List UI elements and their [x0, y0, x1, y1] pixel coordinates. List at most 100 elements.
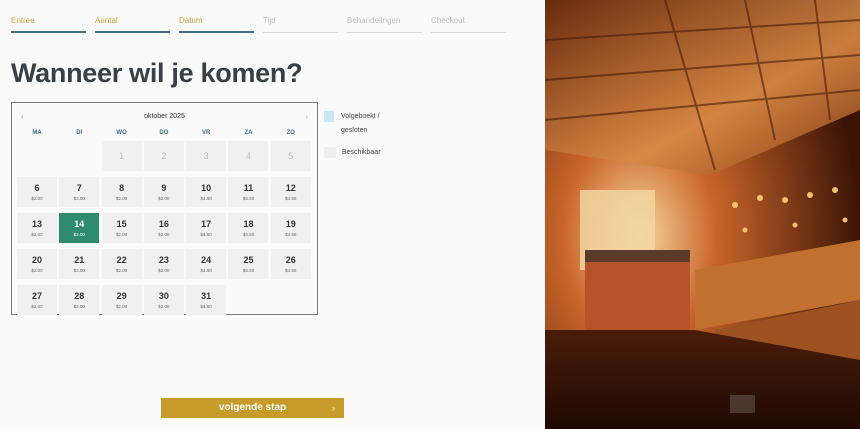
day-number: 14	[74, 219, 85, 229]
day-price: $4.50	[200, 304, 212, 309]
day-number: 23	[158, 255, 169, 265]
weekday-label: ZA	[244, 130, 253, 136]
booked-swatch	[324, 111, 334, 122]
day-number: 15	[116, 219, 127, 229]
day-number: 26	[285, 255, 296, 265]
day-price: $2.00	[158, 268, 170, 273]
calendar-day-15[interactable]: 15 $2.00	[101, 213, 142, 243]
calendar-day-31[interactable]: 31 $4.50	[186, 285, 227, 315]
calendar-day-27[interactable]: 27 $2.00	[17, 285, 57, 315]
next-step-label: volgende stap	[218, 402, 287, 413]
day-price: $4.50	[200, 268, 212, 273]
day-price: $2.00	[158, 196, 170, 201]
day-number: 17	[201, 219, 212, 229]
calendar-day-23[interactable]: 23 $2.00	[143, 249, 184, 279]
calendar-day-16[interactable]: 16 $2.00	[143, 213, 184, 243]
legend-booked-label: Volgeboekt / gesloten	[341, 113, 380, 134]
day-price: $2.00	[115, 232, 128, 237]
day-number: 18	[243, 219, 254, 229]
calendar-day-29[interactable]: 29 $2.00	[101, 285, 142, 315]
day-price: $4.50	[242, 196, 255, 201]
step-datum[interactable]: Datum	[179, 16, 254, 33]
day-number: 10	[201, 183, 212, 193]
calendar-month-label: oktober 2025	[144, 113, 185, 120]
calendar-day-12[interactable]: 12 $4.50	[270, 177, 311, 207]
day-price: $4.50	[200, 196, 212, 201]
calendar-header: ‹ oktober 2025 ›	[12, 112, 317, 124]
chevron-right-icon[interactable]: ›	[305, 112, 308, 121]
step-behandelingen: Behandelingen	[347, 16, 422, 33]
calendar-day-13[interactable]: 13 $2.00	[17, 213, 57, 243]
day-price: $4.50	[285, 268, 297, 273]
chevron-right-icon: ›	[332, 403, 335, 413]
calendar-empty-cell	[59, 141, 99, 171]
calendar-day-25[interactable]: 25 $4.50	[228, 249, 269, 279]
day-price: $2.00	[73, 304, 85, 309]
day-number: 29	[116, 291, 127, 301]
day-price: $2.00	[73, 232, 85, 237]
sauna-photo	[545, 0, 860, 429]
day-price: $2.00	[115, 196, 128, 201]
calendar-day-5: 5	[270, 141, 311, 171]
calendar-day-28[interactable]: 28 $2.00	[59, 285, 100, 315]
calendar-day-8[interactable]: 8 $2.00	[101, 177, 142, 207]
step-tijd: Tijd	[263, 16, 338, 33]
weekday-label: MA	[32, 130, 42, 136]
day-number: 2	[161, 150, 167, 161]
day-price: $2.00	[115, 304, 128, 309]
day-price: $2.00	[73, 268, 85, 273]
day-number: 5	[288, 150, 294, 161]
day-price: $2.00	[31, 232, 43, 237]
calendar-day-7[interactable]: 7 $2.00	[59, 177, 100, 207]
calendar-day-1: 1	[101, 141, 142, 171]
calendar-day-2: 2	[143, 141, 184, 171]
calendar-day-6[interactable]: 6 $2.00	[17, 177, 57, 207]
day-number: 12	[285, 183, 296, 193]
progress-steps: Entree Aantal Datum Tijd Behandelingen Checko…	[11, 16, 506, 33]
step-aantal[interactable]: Aantal	[95, 16, 170, 33]
weekday-label: WO	[116, 130, 127, 136]
step-entree[interactable]: Entree	[11, 16, 86, 33]
day-number: 30	[158, 291, 169, 301]
day-number: 4	[245, 150, 251, 161]
next-step-button[interactable]: volgende stap ›	[161, 398, 344, 418]
calendar-day-18[interactable]: 18 $4.50	[228, 213, 269, 243]
day-price: $2.00	[115, 268, 128, 273]
day-price: $2.00	[31, 268, 43, 273]
calendar-day-17[interactable]: 17 $4.50	[186, 213, 227, 243]
sauna-photo-illustration	[545, 0, 860, 429]
legend-booked: Volgeboekt / gesloten	[324, 110, 404, 138]
page-title: Wanneer wil je komen?	[11, 58, 303, 88]
date-calendar: ‹ oktober 2025 › MA DI WO DO VR ZA ZO 1 2 3 4 5 6 $2…	[11, 102, 318, 315]
calendar-day-30[interactable]: 30 $2.00	[143, 285, 184, 315]
calendar-day-24[interactable]: 24 $4.50	[186, 249, 227, 279]
day-number: 28	[74, 291, 85, 301]
calendar-day-20[interactable]: 20 $2.00	[17, 249, 57, 279]
weekday-label: DI	[76, 130, 83, 136]
calendar-day-3: 3	[186, 141, 227, 171]
day-number: 9	[161, 183, 167, 193]
calendar-day-10[interactable]: 10 $4.50	[186, 177, 227, 207]
calendar-day-21[interactable]: 21 $2.00	[59, 249, 100, 279]
day-price: $4.50	[242, 268, 255, 273]
calendar-day-22[interactable]: 22 $2.00	[101, 249, 142, 279]
day-number: 20	[31, 255, 42, 265]
day-number: 7	[76, 183, 82, 193]
weekday-label: VR	[202, 130, 211, 136]
day-price: $2.00	[158, 304, 170, 309]
day-price: $4.50	[285, 196, 297, 201]
calendar-legend: Volgeboekt / gesloten Beschikbaar	[324, 110, 404, 168]
weekday-label: DO	[159, 130, 169, 136]
calendar-day-11[interactable]: 11 $4.50	[228, 177, 269, 207]
calendar-day-19[interactable]: 19 $4.50	[270, 213, 311, 243]
day-number: 21	[74, 255, 85, 265]
day-number: 24	[201, 255, 212, 265]
legend-available: Beschikbaar	[324, 146, 404, 160]
day-number: 1	[119, 150, 125, 161]
calendar-day-14[interactable]: 14 $2.00	[59, 213, 100, 243]
day-price: $2.00	[73, 196, 85, 201]
calendar-day-9[interactable]: 9 $2.00	[143, 177, 184, 207]
calendar-day-26[interactable]: 26 $4.50	[270, 249, 311, 279]
day-number: 6	[34, 183, 40, 193]
step-checkout: Checkout	[431, 16, 506, 33]
